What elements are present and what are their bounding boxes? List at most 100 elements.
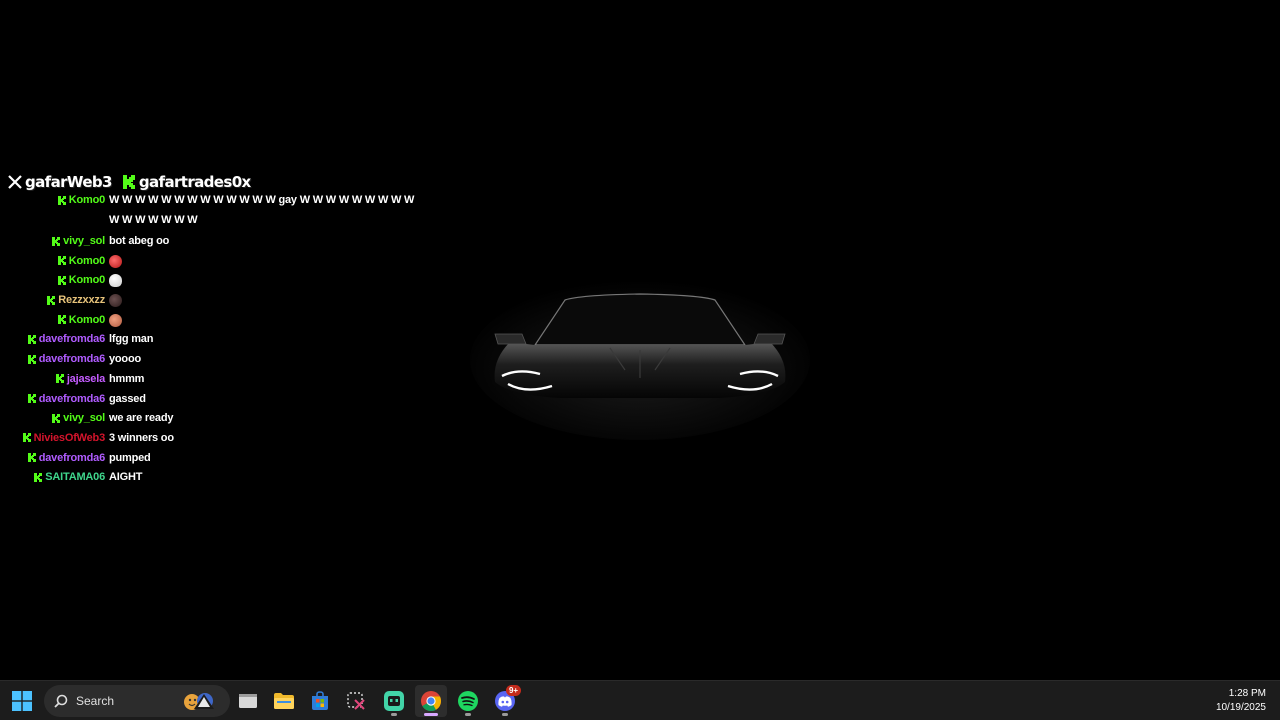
- chat-username: davefromda6: [27, 451, 105, 464]
- chat-username-text: Komo0: [68, 254, 105, 267]
- chat-username-text: Komo0: [68, 274, 105, 287]
- chat-message: jajasela hmmm: [0, 371, 360, 391]
- kick-logo-icon: [122, 175, 135, 189]
- chat-username: vivy_sol: [52, 412, 105, 424]
- chat-username-text: NiviesOfWeb3: [33, 431, 106, 444]
- chat-username-text: Komo0: [68, 194, 105, 206]
- kick-badge-icon: [22, 433, 31, 443]
- kick-badge-icon: [27, 453, 36, 463]
- windows-taskbar: Search 9+ 1:28 PM 10/19/2025: [0, 680, 1280, 720]
- robot-app-icon: [384, 691, 404, 711]
- spotify-icon: [458, 691, 478, 711]
- kick-badge-icon: [27, 394, 36, 403]
- chat-message-text: [109, 294, 122, 308]
- chat-message-text: bot abeg oo: [109, 235, 170, 247]
- running-indicator: [502, 713, 508, 716]
- windows-logo-icon: [12, 691, 32, 711]
- desktop-wallpaper: gafarWeb3 gafartrades0x Komo0 W W W W W W…: [0, 0, 1280, 680]
- chat-username: vivy_sol: [52, 235, 105, 247]
- chat-message-text: yoooo: [109, 353, 141, 366]
- chat-username: Komo0: [57, 274, 105, 287]
- chat-message-text: 3 winners oo: [109, 431, 174, 444]
- kick-badge-icon: [57, 315, 66, 325]
- stream-chat-overlay: Komo0 W W W W W W W W W W W W W gay W W W…: [0, 194, 414, 489]
- snipping-tool-icon: [347, 692, 365, 710]
- clock-time: 1:28 PM: [1228, 688, 1266, 699]
- kick-handle-text: gafartrades0x: [138, 173, 251, 191]
- kick-badge-icon: [55, 374, 64, 384]
- dark-face-emote: [109, 294, 122, 308]
- car-wallpaper-image: [470, 280, 810, 440]
- chat-message: NiviesOfWeb3 3 winners oo: [0, 430, 360, 450]
- red-devil-emote: [109, 254, 122, 268]
- search-icon: [54, 694, 68, 708]
- chat-message-text: [109, 274, 122, 288]
- stream-social-header: gafarWeb3 gafartrades0x: [8, 171, 251, 193]
- clock-date: 10/19/2025: [1215, 702, 1266, 713]
- search-highlight-illustration: [180, 691, 224, 711]
- kick-badge-icon: [27, 354, 36, 364]
- chat-message: Rezzxxzz: [0, 292, 360, 312]
- chat-username-text: davefromda6: [38, 451, 105, 464]
- folder-icon: [274, 693, 294, 709]
- chat-message: Komo0: [0, 312, 360, 332]
- taskbar-search-box[interactable]: Search: [44, 685, 230, 717]
- search-highlight-icon: [184, 693, 214, 710]
- chat-username: Komo0: [57, 313, 105, 326]
- chat-message-text: gassed: [109, 392, 146, 405]
- chat-message-text: lfgg man: [109, 333, 154, 346]
- microsoft-store-button[interactable]: [304, 685, 336, 717]
- chat-username-text: jajasela: [66, 372, 105, 385]
- kick-badge-icon: [57, 256, 66, 266]
- kick-badge-icon: [52, 236, 61, 246]
- face-emote: [109, 313, 122, 327]
- snipping-tool-button[interactable]: [340, 685, 372, 717]
- ghost-emote: [109, 274, 122, 288]
- chat-message-text: pumped: [109, 451, 151, 464]
- task-view-button[interactable]: [232, 685, 264, 717]
- window-icon: [239, 694, 257, 708]
- kick-badge-icon: [27, 334, 36, 344]
- chat-username: SAITAMA06: [34, 471, 105, 483]
- chat-username: davefromda6: [27, 333, 105, 346]
- chat-username-text: Rezzxxzz: [58, 294, 105, 307]
- chat-username: jajasela: [55, 372, 105, 385]
- notification-badge: 9+: [506, 685, 521, 696]
- kick-badge-icon: [57, 275, 66, 285]
- chat-username-text: davefromda6: [38, 333, 105, 346]
- running-app-button[interactable]: [378, 685, 410, 717]
- start-button[interactable]: [6, 685, 38, 717]
- chat-message: Komo0 W W W W W W W W W W W W W gay W W W…: [0, 194, 414, 212]
- chat-username: Komo0: [57, 254, 105, 267]
- x-logo-icon: [8, 175, 22, 189]
- chat-username-text: Komo0: [68, 313, 105, 326]
- running-indicator: [391, 713, 397, 716]
- chrome-button[interactable]: [415, 685, 447, 717]
- chrome-icon: [421, 691, 442, 712]
- chat-username-text: vivy_sol: [63, 412, 105, 425]
- kick-badge-icon: [47, 295, 56, 305]
- chat-username: NiviesOfWeb3: [22, 431, 106, 444]
- x-handle: gafarWeb3: [8, 173, 112, 191]
- chat-message: vivy_sol we are ready: [0, 410, 360, 430]
- chat-username: Rezzxxzz: [47, 294, 105, 306]
- spotify-button[interactable]: [452, 685, 484, 717]
- active-indicator: [424, 713, 438, 716]
- kick-badge-icon: [34, 472, 43, 482]
- discord-button[interactable]: 9+: [489, 685, 521, 717]
- chat-username-text: davefromda6: [38, 353, 105, 366]
- system-clock[interactable]: 1:28 PM 10/19/2025: [1216, 687, 1266, 715]
- kick-handle: gafartrades0x: [122, 173, 251, 191]
- kick-badge-icon: [52, 413, 61, 423]
- chat-message-text: AIGHT: [109, 471, 143, 484]
- chat-message: davefromda6 yoooo: [0, 351, 360, 371]
- store-icon: [312, 691, 328, 710]
- chat-message-text: hmmm: [109, 372, 145, 385]
- chat-message-text: [109, 313, 122, 327]
- chat-message-text: W W W W W W W: [109, 214, 198, 226]
- x-handle-text: gafarWeb3: [25, 173, 112, 191]
- file-explorer-button[interactable]: [268, 685, 300, 717]
- chat-username-text: vivy_sol: [63, 235, 105, 247]
- chat-message: davefromda6 pumped: [0, 450, 360, 470]
- chat-message: W W W W W W W: [0, 212, 360, 233]
